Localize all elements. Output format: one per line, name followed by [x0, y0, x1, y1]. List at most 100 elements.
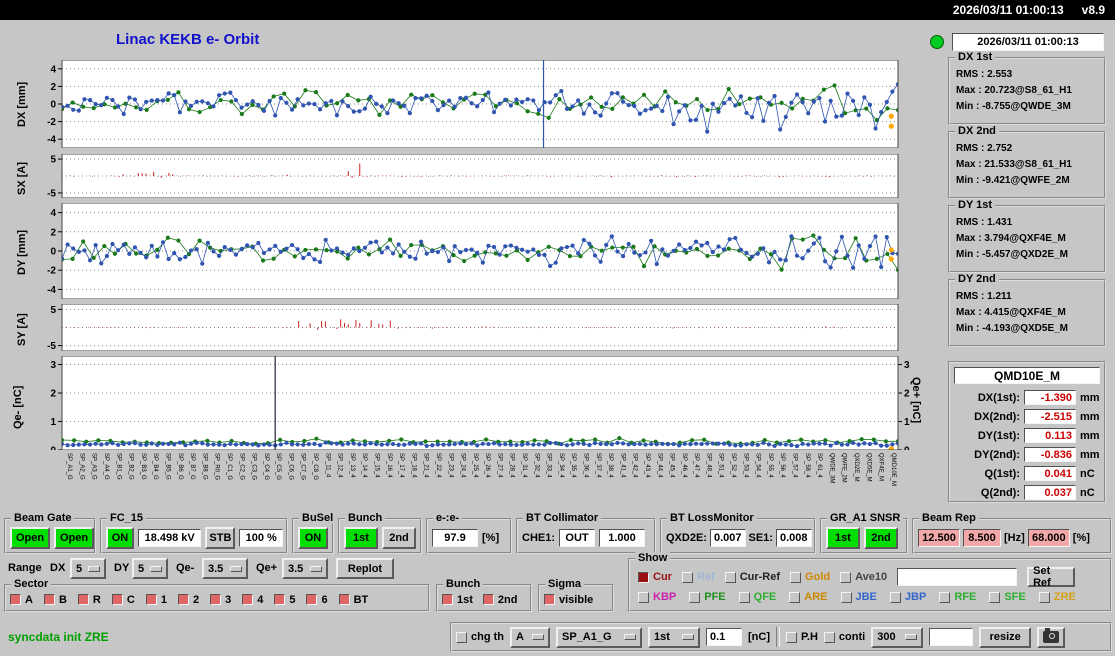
- device-optionmenu[interactable]: SP_A1_G: [556, 627, 642, 648]
- show-region-toggle-kbp[interactable]: [638, 592, 649, 603]
- beam-gate-open1-button[interactable]: Open: [10, 527, 50, 549]
- sy-steering-plot: 5-5: [40, 304, 912, 351]
- svg-text:2: 2: [50, 227, 56, 238]
- svg-text:SP_B4_G: SP_B4_G: [152, 453, 158, 480]
- sector-toggle-3[interactable]: [210, 594, 221, 605]
- monitor-row-label: DX(1st):: [962, 392, 1020, 404]
- sector-toggle-r[interactable]: [78, 594, 89, 605]
- show-region-toggle-jbp[interactable]: [890, 592, 901, 603]
- set-ref-button[interactable]: Set Ref: [1027, 567, 1075, 587]
- sector-toggle-c[interactable]: [112, 594, 123, 605]
- bunch-select-item-2nd: 2nd: [483, 594, 518, 606]
- show-curve-toggle-ref[interactable]: [682, 572, 693, 583]
- svg-text:3: 3: [50, 360, 56, 371]
- svg-text:4: 4: [50, 208, 56, 219]
- sector-item-a: A: [10, 594, 33, 606]
- chg-th-toggle[interactable]: [456, 632, 467, 643]
- bunch-2nd-button[interactable]: 2nd: [382, 527, 416, 549]
- sector-toggle-bt[interactable]: [339, 594, 350, 605]
- gr-snsr-2nd-button[interactable]: 2nd: [864, 527, 898, 549]
- extra-input[interactable]: [929, 628, 973, 646]
- conti-toggle[interactable]: [824, 632, 835, 643]
- svg-text:SP_37_4: SP_37_4: [595, 453, 601, 478]
- sector-label-5: 5: [289, 594, 295, 606]
- ph-toggle[interactable]: [786, 632, 797, 643]
- device-optionmenu-value: SP_A1_G: [562, 631, 612, 643]
- dy-1st-stats-title: DY 1st: [955, 199, 995, 211]
- range-qe-plus-optionmenu[interactable]: 3.5: [282, 558, 328, 579]
- separator: [776, 627, 780, 647]
- snapshot-button[interactable]: [1037, 627, 1065, 648]
- fc15-stb-button[interactable]: STB: [205, 527, 235, 549]
- sector-toggle-6[interactable]: [306, 594, 317, 605]
- fc15-on-button[interactable]: ON: [106, 527, 134, 549]
- sector-item-r: R: [78, 594, 101, 606]
- svg-text:-2: -2: [47, 117, 56, 128]
- svg-text:SP_23_4: SP_23_4: [447, 453, 453, 478]
- monitor-row-value: -0.836: [1024, 447, 1076, 462]
- svg-text:SP_16_4: SP_16_4: [386, 453, 392, 478]
- dy-1st-min: Min : -5.457@QXD2E_M: [956, 247, 1102, 263]
- page-title: Linac KEKB e- Orbit: [116, 31, 259, 48]
- show-region-toggle-zre[interactable]: [1039, 592, 1050, 603]
- sector-label-4: 4: [257, 594, 263, 606]
- show-region-item-sfe: SFE: [989, 591, 1025, 603]
- show-region-item-kbp: KBP: [638, 591, 676, 603]
- gr-snsr-1st-button[interactable]: 1st: [826, 527, 860, 549]
- camera-icon: [1043, 631, 1059, 643]
- beam-gate-open2-button[interactable]: Open: [54, 527, 94, 549]
- sector-label-c: C: [127, 594, 135, 606]
- sector-toggle-a[interactable]: [10, 594, 21, 605]
- monitor-row-label: DX(2nd):: [962, 411, 1020, 423]
- show-region-item-jbp: JBP: [890, 591, 926, 603]
- svg-text:SP_34_4: SP_34_4: [558, 453, 564, 478]
- resize-button[interactable]: resize: [979, 627, 1031, 648]
- sector-toggle-4[interactable]: [242, 594, 253, 605]
- bunch-select-frame: Bunch 1st2nd: [436, 584, 532, 612]
- range-dx-optionmenu[interactable]: 5: [70, 558, 106, 579]
- svg-text:5: 5: [50, 155, 56, 166]
- threshold-input[interactable]: [706, 628, 742, 646]
- show-curve-toggle-cur[interactable]: [638, 572, 649, 583]
- show-region-toggle-rfe[interactable]: [939, 592, 950, 603]
- monitor-row: DY(1st):0.113mm: [952, 426, 1102, 445]
- dx-2nd-stats-frame: DX 2nd RMS : 2.752 Max : 21.533@S8_61_H1…: [948, 131, 1106, 199]
- sector-toggle-5[interactable]: [274, 594, 285, 605]
- show-region-toggle-are[interactable]: [789, 592, 800, 603]
- sector-toggle-2[interactable]: [178, 594, 189, 605]
- show-region-toggle-jbe[interactable]: [841, 592, 852, 603]
- show-curve-toggle-cur-ref[interactable]: [725, 572, 736, 583]
- show-region-toggle-qfe[interactable]: [739, 592, 750, 603]
- show-region-toggle-sfe[interactable]: [989, 592, 1000, 603]
- sector-toggle-b[interactable]: [44, 594, 55, 605]
- show-region-toggle-pfe[interactable]: [689, 592, 700, 603]
- repeat-optionmenu[interactable]: 300: [871, 627, 923, 648]
- sector-optionmenu[interactable]: A: [510, 627, 550, 648]
- show-curve-toggle-gold[interactable]: [790, 572, 801, 583]
- beam-gate-title: Beam Gate: [11, 512, 74, 524]
- replot-button[interactable]: Replot: [336, 558, 394, 579]
- svg-text:SP_28_4: SP_28_4: [509, 453, 515, 478]
- beam-gate-frame: Beam Gate Open Open: [4, 518, 96, 554]
- svg-text:SP_48_4: SP_48_4: [705, 453, 711, 478]
- range-qe-minus-optionmenu[interactable]: 3.5: [202, 558, 248, 579]
- bunch-select-label-2nd: 2nd: [498, 594, 518, 606]
- show-region-label-kbp: KBP: [653, 591, 676, 603]
- dx-1st-min: Min : -8.755@QWDE_3M: [956, 99, 1102, 115]
- sector-toggle-1[interactable]: [146, 594, 157, 605]
- bunch-1st-button[interactable]: 1st: [344, 527, 378, 549]
- sigma-toggle-visible[interactable]: [544, 594, 555, 605]
- dy-2nd-rms: RMS : 1.211: [956, 289, 1102, 305]
- dx-1st-max: Max : 20.723@S8_61_H1: [956, 83, 1102, 99]
- dx-axis-label: DX [mm]: [16, 82, 28, 127]
- svg-text:SP_A4_G: SP_A4_G: [103, 453, 109, 480]
- svg-text:SP_44_4: SP_44_4: [656, 453, 662, 478]
- range-dy-optionmenu[interactable]: 5: [132, 558, 168, 579]
- bunch-select-toggle-2nd[interactable]: [483, 594, 494, 605]
- show-curve-toggle-ave10[interactable]: [840, 572, 851, 583]
- svg-text:2: 2: [50, 389, 56, 400]
- ref-file-input[interactable]: [897, 568, 1017, 586]
- bunch-select-toggle-1st[interactable]: [442, 594, 453, 605]
- bunch-optionmenu[interactable]: 1st: [648, 627, 700, 648]
- busel-on-button[interactable]: ON: [298, 527, 328, 549]
